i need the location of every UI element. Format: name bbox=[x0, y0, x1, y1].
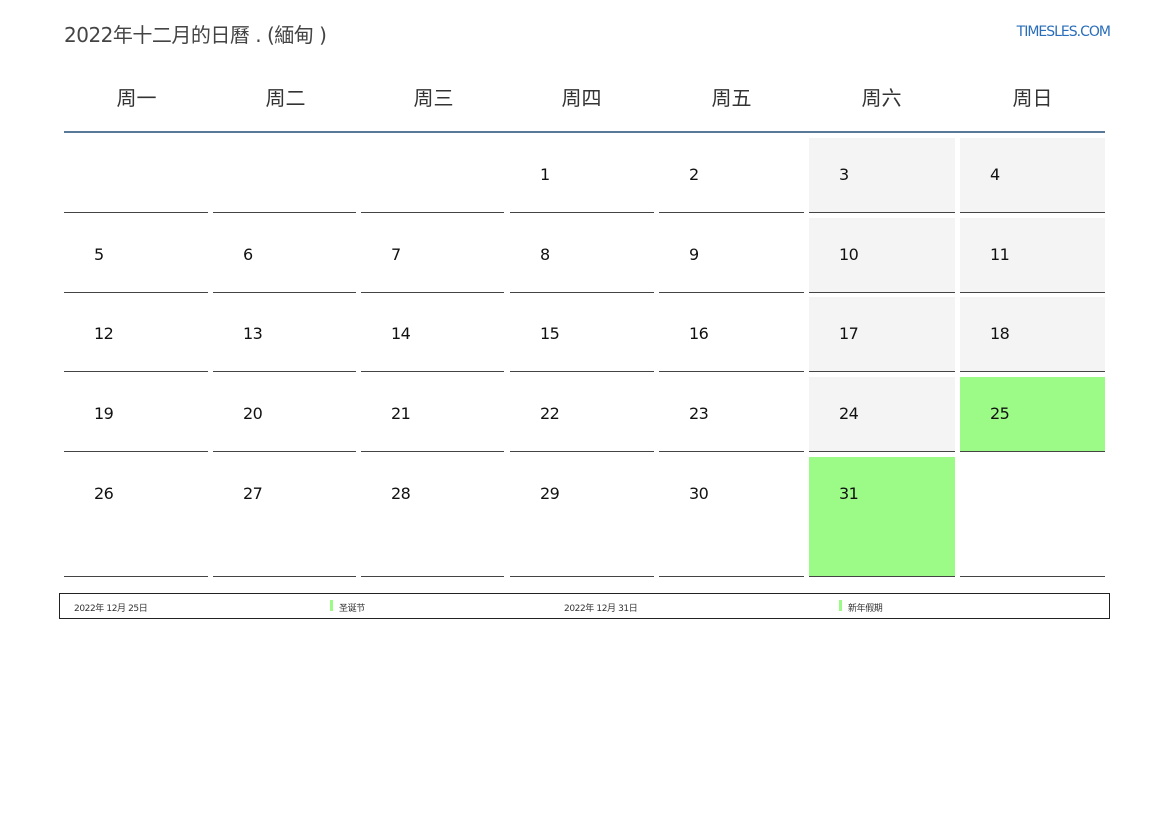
day-number: 13 bbox=[243, 324, 263, 343]
day-cell[interactable]: 9 bbox=[659, 218, 804, 293]
day-cell[interactable]: 5 bbox=[64, 218, 208, 293]
day-cell[interactable]: 14 bbox=[361, 297, 504, 372]
weekday-thu: 周四 bbox=[561, 86, 602, 110]
day-number: 2 bbox=[689, 165, 699, 184]
day-number: 7 bbox=[391, 245, 401, 264]
day-cell[interactable]: 12 bbox=[64, 297, 208, 372]
holiday-legend: 2022年 12月 25日 圣诞节 2022年 12月 31日 新年假期 bbox=[59, 593, 1110, 619]
day-number: 12 bbox=[94, 324, 114, 343]
day-cell[interactable]: 29 bbox=[510, 457, 654, 577]
weekday-tue: 周二 bbox=[265, 86, 306, 110]
day-number: 3 bbox=[839, 165, 849, 184]
day-number: 14 bbox=[391, 324, 411, 343]
day-cell[interactable]: 23 bbox=[659, 377, 804, 452]
day-cell[interactable]: 28 bbox=[361, 457, 504, 577]
day-cell[interactable] bbox=[960, 457, 1105, 577]
day-number: 29 bbox=[540, 484, 560, 503]
header-divider bbox=[64, 131, 1105, 133]
day-number: 23 bbox=[689, 404, 709, 423]
day-number: 25 bbox=[990, 404, 1010, 423]
day-cell[interactable]: 22 bbox=[510, 377, 654, 452]
day-cell[interactable]: 31 bbox=[809, 457, 955, 577]
day-cell[interactable]: 21 bbox=[361, 377, 504, 452]
day-number: 16 bbox=[689, 324, 709, 343]
day-cell[interactable]: 24 bbox=[809, 377, 955, 452]
day-cell[interactable]: 30 bbox=[659, 457, 804, 577]
day-cell[interactable] bbox=[213, 138, 356, 213]
day-cell[interactable]: 1 bbox=[510, 138, 654, 213]
site-link[interactable]: TIMESLES.COM bbox=[1010, 24, 1111, 40]
legend-holiday-name: 新年假期 bbox=[848, 604, 883, 614]
weekday-sat: 周六 bbox=[861, 86, 902, 110]
day-cell[interactable] bbox=[64, 138, 208, 213]
day-number: 8 bbox=[540, 245, 550, 264]
day-number: 4 bbox=[990, 165, 1000, 184]
day-number: 15 bbox=[540, 324, 560, 343]
day-number: 11 bbox=[990, 245, 1010, 264]
page-title: 2022年十二月的日曆 . (緬甸 ) bbox=[64, 23, 327, 47]
day-number: 10 bbox=[839, 245, 859, 264]
weekday-fri: 周五 bbox=[711, 86, 752, 110]
day-number: 26 bbox=[94, 484, 114, 503]
day-number: 6 bbox=[243, 245, 253, 264]
day-cell[interactable]: 16 bbox=[659, 297, 804, 372]
day-number: 1 bbox=[540, 165, 550, 184]
day-cell[interactable]: 11 bbox=[960, 218, 1105, 293]
day-cell[interactable]: 3 bbox=[809, 138, 955, 213]
day-cell[interactable]: 20 bbox=[213, 377, 356, 452]
weekday-mon: 周一 bbox=[116, 86, 157, 110]
legend-color-marker bbox=[330, 600, 333, 611]
legend-date: 2022年 12月 25日 bbox=[74, 604, 148, 614]
day-number: 17 bbox=[839, 324, 859, 343]
weekday-sun: 周日 bbox=[1012, 86, 1053, 110]
legend-color-marker bbox=[839, 600, 842, 611]
day-number: 28 bbox=[391, 484, 411, 503]
day-cell[interactable]: 2 bbox=[659, 138, 804, 213]
legend-holiday-name: 圣诞节 bbox=[339, 604, 365, 614]
day-cell[interactable]: 19 bbox=[64, 377, 208, 452]
day-number: 18 bbox=[990, 324, 1010, 343]
day-cell[interactable]: 17 bbox=[809, 297, 955, 372]
day-number: 9 bbox=[689, 245, 699, 264]
day-cell[interactable]: 6 bbox=[213, 218, 356, 293]
day-cell[interactable]: 7 bbox=[361, 218, 504, 293]
weekday-header: 周一 周二 周三 周四 周五 周六 周日 bbox=[64, 82, 1105, 118]
day-number: 20 bbox=[243, 404, 263, 423]
legend-date: 2022年 12月 31日 bbox=[564, 604, 638, 614]
day-cell[interactable] bbox=[361, 138, 504, 213]
day-number: 24 bbox=[839, 404, 859, 423]
day-cell[interactable]: 10 bbox=[809, 218, 955, 293]
day-number: 21 bbox=[391, 404, 411, 423]
day-cell[interactable]: 25 bbox=[960, 377, 1105, 452]
day-number: 22 bbox=[540, 404, 560, 423]
day-cell[interactable]: 8 bbox=[510, 218, 654, 293]
weekday-wed: 周三 bbox=[413, 86, 454, 110]
day-cell[interactable]: 13 bbox=[213, 297, 356, 372]
day-number: 19 bbox=[94, 404, 114, 423]
day-cell[interactable]: 4 bbox=[960, 138, 1105, 213]
day-number: 27 bbox=[243, 484, 263, 503]
day-number: 31 bbox=[839, 484, 859, 503]
day-cell[interactable]: 15 bbox=[510, 297, 654, 372]
day-number: 5 bbox=[94, 245, 104, 264]
day-cell[interactable]: 27 bbox=[213, 457, 356, 577]
day-cell[interactable]: 18 bbox=[960, 297, 1105, 372]
day-cell[interactable]: 26 bbox=[64, 457, 208, 577]
day-number: 30 bbox=[689, 484, 709, 503]
